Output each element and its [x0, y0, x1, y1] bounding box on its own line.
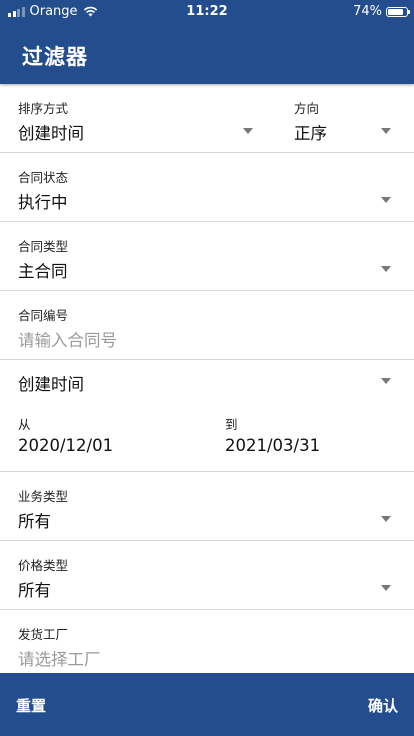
- date-filter: 创建时间 从 2020/12/01 到 2021/03/31: [0, 360, 414, 472]
- business-type-label: 业务类型: [18, 489, 69, 504]
- clock: 11:22: [186, 4, 228, 19]
- factory-select[interactable]: 发货工厂 请选择工厂: [0, 610, 414, 673]
- date-from-label: 从: [18, 417, 31, 432]
- confirm-button[interactable]: 确认: [368, 695, 398, 716]
- date-type-value: 创建时间: [18, 375, 84, 394]
- business-type-select[interactable]: 业务类型 所有: [0, 472, 414, 541]
- price-type-select[interactable]: 价格类型 所有: [0, 541, 414, 610]
- contract-number-field[interactable]: 合同编号 请输入合同号: [0, 291, 414, 360]
- app-header: Orange 11:22 74% 过滤器: [0, 0, 414, 84]
- contract-number-label: 合同编号: [18, 308, 69, 323]
- page-title: 过滤器: [22, 45, 88, 69]
- sort-row: 排序方式 创建时间 方向 正序: [0, 84, 414, 153]
- date-type-select[interactable]: 创建时间: [0, 360, 414, 404]
- footer-bar: 重置 确认: [0, 673, 414, 736]
- direction-value: 正序: [294, 124, 327, 143]
- date-from-field[interactable]: 从 2020/12/01: [0, 404, 207, 470]
- factory-label: 发货工厂: [18, 627, 69, 642]
- price-type-label: 价格类型: [18, 558, 69, 573]
- reset-button[interactable]: 重置: [16, 695, 46, 716]
- battery-percent: 74%: [353, 4, 382, 19]
- chevron-down-icon: [381, 266, 391, 272]
- chevron-down-icon: [381, 378, 391, 384]
- price-type-value: 所有: [18, 581, 51, 600]
- contract-status-label: 合同状态: [18, 170, 69, 185]
- direction-label: 方向: [294, 101, 320, 116]
- date-to-field[interactable]: 到 2021/03/31: [207, 404, 414, 470]
- chevron-down-icon: [381, 516, 391, 522]
- date-to-label: 到: [225, 417, 238, 432]
- contract-number-input[interactable]: 请输入合同号: [18, 327, 117, 351]
- date-to-value: 2021/03/31: [225, 436, 321, 455]
- sort-field[interactable]: 排序方式 创建时间: [0, 84, 270, 152]
- sort-value: 创建时间: [18, 124, 84, 143]
- battery-icon: [386, 6, 410, 17]
- contract-type-value: 主合同: [18, 262, 68, 281]
- direction-field[interactable]: 方向 正序: [280, 84, 414, 152]
- sort-label: 排序方式: [18, 101, 69, 116]
- contract-type-select[interactable]: 合同类型 主合同: [0, 222, 414, 291]
- chevron-down-icon: [381, 585, 391, 591]
- contract-status-value: 执行中: [18, 193, 68, 212]
- business-type-value: 所有: [18, 512, 51, 531]
- factory-placeholder: 请选择工厂: [18, 650, 101, 669]
- chevron-down-icon: [243, 128, 253, 134]
- contract-status-select[interactable]: 合同状态 执行中: [0, 153, 414, 222]
- contract-type-label: 合同类型: [18, 239, 69, 254]
- chevron-down-icon: [381, 128, 391, 134]
- status-bar: Orange 11:22 74%: [0, 0, 414, 24]
- date-from-value: 2020/12/01: [18, 436, 114, 455]
- chevron-down-icon: [381, 197, 391, 203]
